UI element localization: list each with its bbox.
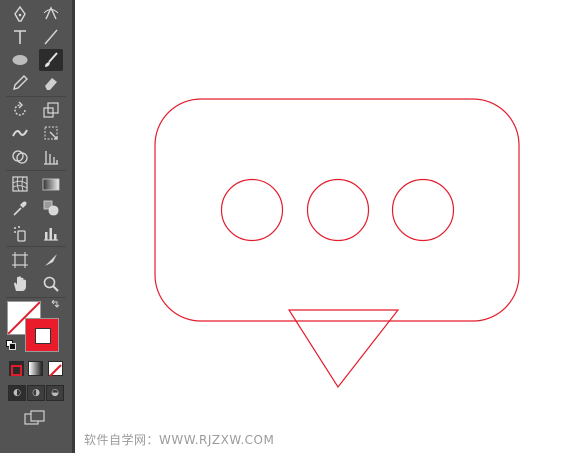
- screen-mode-icon[interactable]: [24, 410, 46, 429]
- bubble-dot-right: [391, 178, 455, 242]
- color-mode-button[interactable]: [9, 361, 24, 376]
- hand-tool-icon[interactable]: [8, 273, 32, 295]
- stroke-swatch[interactable]: [25, 318, 59, 352]
- bubble-dot-left: [220, 178, 284, 242]
- swap-icon[interactable]: [50, 299, 60, 313]
- scale-tool-icon[interactable]: [39, 99, 63, 121]
- draw-normal-icon[interactable]: ◐: [8, 385, 26, 401]
- symbol-sprayer-tool-icon[interactable]: [8, 222, 32, 244]
- eraser-tool-icon[interactable]: [39, 72, 63, 94]
- blend-tool-icon[interactable]: [39, 197, 63, 219]
- default-colors-icon[interactable]: [6, 340, 16, 353]
- none-mode-button[interactable]: [48, 361, 63, 377]
- mesh-tool-icon[interactable]: [8, 173, 32, 195]
- paintbrush-tool-icon[interactable]: [39, 49, 63, 71]
- artboard-canvas[interactable]: [75, 0, 582, 453]
- line-segment-tool-icon[interactable]: [39, 26, 63, 48]
- shape-builder-tool-icon[interactable]: [8, 146, 32, 168]
- tool-separator: [6, 96, 66, 97]
- tool-separator: [6, 246, 66, 247]
- eyedropper-tool-icon[interactable]: [8, 197, 32, 219]
- ellipse-tool-icon[interactable]: [8, 49, 32, 71]
- tool-separator: [6, 170, 66, 171]
- artboard-tool-icon[interactable]: [8, 249, 32, 271]
- column-graph-tool-icon[interactable]: [39, 222, 63, 244]
- bubble-rounded-rectangle: [154, 98, 520, 322]
- draw-behind-icon[interactable]: ◑: [27, 385, 45, 401]
- draw-inside-icon[interactable]: ◒: [46, 385, 64, 401]
- pencil-tool-icon[interactable]: [8, 72, 32, 94]
- watermark-text: 软件自学网：WWW.RJZXW.COM: [84, 433, 275, 447]
- pen-tool-icon[interactable]: [8, 3, 32, 25]
- tool-separator: [6, 297, 66, 298]
- slice-tool-icon[interactable]: [39, 249, 63, 271]
- gradient-tool-icon[interactable]: [39, 173, 63, 195]
- stroke-swatch-center: [35, 328, 51, 344]
- speech-bubble-artwork[interactable]: [75, 0, 582, 453]
- width-tool-icon[interactable]: [8, 122, 32, 144]
- bubble-dot-middle: [306, 178, 370, 242]
- zoom-tool-icon[interactable]: [39, 273, 63, 295]
- gradient-mode-button[interactable]: [28, 361, 43, 376]
- perspective-grid-tool-icon[interactable]: [39, 146, 63, 168]
- tools-panel: ◐ ◑ ◒: [0, 0, 72, 453]
- type-tool-icon[interactable]: [8, 26, 32, 48]
- rotate-tool-icon[interactable]: [8, 99, 32, 121]
- curvature-tool-icon[interactable]: [39, 3, 63, 25]
- free-transform-tool-icon[interactable]: [39, 122, 63, 144]
